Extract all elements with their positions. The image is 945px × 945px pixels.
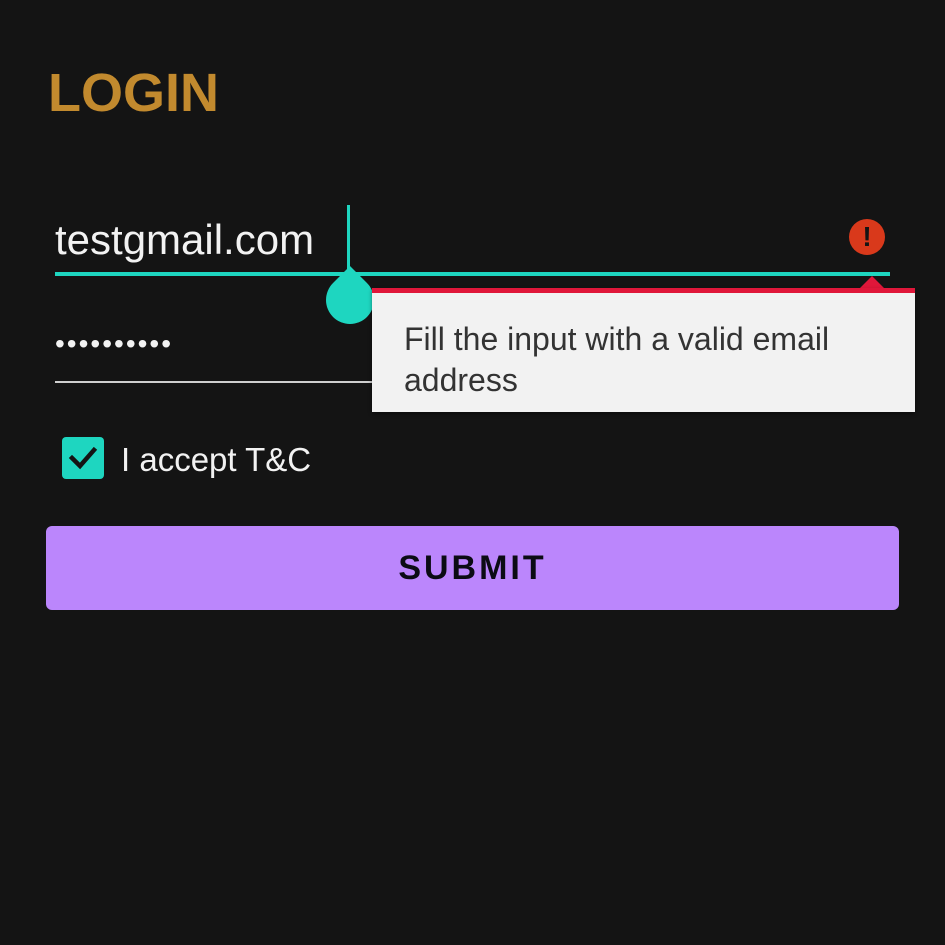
- error-icon[interactable]: !: [849, 219, 885, 255]
- page-title: LOGIN: [48, 63, 219, 123]
- password-field[interactable]: ••••••••••: [55, 330, 173, 358]
- error-popup: Fill the input with a valid email addres…: [372, 288, 915, 412]
- email-underline: [55, 272, 890, 276]
- login-screen: LOGIN testgmail.com ! •••••••••• Fill th…: [0, 0, 945, 945]
- text-cursor: [347, 205, 350, 273]
- submit-button[interactable]: SUBMIT: [46, 526, 899, 610]
- email-input-value[interactable]: testgmail.com: [55, 219, 314, 261]
- checkmark-icon: [68, 446, 98, 470]
- password-underline: [55, 381, 373, 383]
- terms-label[interactable]: I accept T&C: [121, 443, 311, 476]
- error-message: Fill the input with a valid email addres…: [404, 321, 830, 398]
- error-popup-arrow: [860, 276, 884, 288]
- terms-checkbox[interactable]: [62, 437, 104, 479]
- email-field[interactable]: testgmail.com: [55, 205, 890, 277]
